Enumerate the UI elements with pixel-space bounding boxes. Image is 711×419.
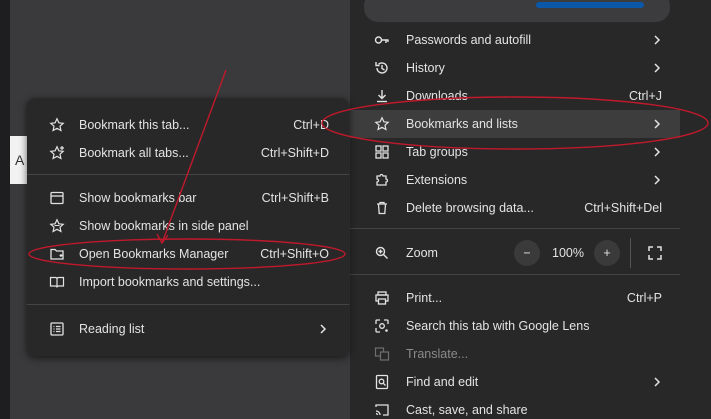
submenu-item-label: Show bookmarks in side panel <box>79 219 249 233</box>
submenu-item-label: Bookmark all tabs... <box>79 146 189 160</box>
chevron-right-icon <box>654 175 661 185</box>
menu-item-label: Extensions <box>406 173 468 187</box>
menu-item-label: Passwords and autofill <box>406 33 532 47</box>
menu-item-passwords[interactable]: Passwords and autofill <box>350 26 680 54</box>
zoom-icon <box>374 245 390 261</box>
submenu-item-label: Reading list <box>79 322 145 336</box>
zoom-out-button[interactable]: − <box>514 240 540 266</box>
shortcut-label: Ctrl+Shift+B <box>261 191 329 205</box>
find-icon <box>374 374 390 390</box>
menu-item-label: Delete browsing data... <box>406 201 534 215</box>
menu-item-cast-save-share[interactable]: Cast, save, and share <box>350 396 680 419</box>
submenu-item-bookmark-all-tabs[interactable]: Bookmark all tabs... Ctrl+Shift+D <box>27 139 349 167</box>
zoom-divider <box>630 238 631 268</box>
chrome-main-menu: Passwords and autofill History Downloads… <box>350 0 711 419</box>
menu-item-label: Translate... <box>406 347 469 361</box>
menu-item-label: Search this tab with Google Lens <box>406 319 590 333</box>
zoom-label: Zoom <box>406 246 438 260</box>
menu-item-bookmarks-and-lists[interactable]: Bookmarks and lists <box>350 110 680 138</box>
submenu-divider <box>27 174 349 175</box>
profile-button[interactable] <box>536 2 644 8</box>
chevron-right-icon <box>654 377 661 387</box>
minus-icon: − <box>523 246 531 260</box>
plus-icon: + <box>603 246 611 260</box>
fullscreen-icon[interactable] <box>647 245 663 261</box>
submenu-item-bookmark-this-tab[interactable]: Bookmark this tab... Ctrl+D <box>27 111 349 139</box>
download-icon <box>374 88 390 104</box>
submenu-item-label: Bookmark this tab... <box>79 118 190 132</box>
profile-strip[interactable] <box>364 0 670 22</box>
submenu-item-label: Import bookmarks and settings... <box>79 275 261 289</box>
shortcut-label: Ctrl+D <box>293 118 329 132</box>
shortcut-label: Ctrl+Shift+D <box>260 146 329 160</box>
menu-item-extensions[interactable]: Extensions <box>350 166 680 194</box>
lens-icon <box>374 318 390 334</box>
menu-item-label: Find and edit <box>406 375 479 389</box>
menu-item-translate[interactable]: Translate... <box>350 340 680 368</box>
translate-icon <box>374 346 390 362</box>
history-icon <box>374 60 390 76</box>
submenu-divider <box>27 304 349 305</box>
menu-item-find-and-edit[interactable]: Find and edit <box>350 368 680 396</box>
menu-item-label: Cast, save, and share <box>406 403 528 417</box>
chevron-right-icon <box>654 63 661 73</box>
zoom-level: 100% <box>552 246 584 260</box>
puzzle-icon <box>374 172 390 188</box>
menu-item-label: Print... <box>406 291 443 305</box>
zoom-in-button[interactable]: + <box>594 240 620 266</box>
trash-icon <box>374 200 390 216</box>
chevron-right-icon <box>654 119 661 129</box>
menu-item-label: Tab groups <box>406 145 468 159</box>
menu-divider <box>350 228 680 229</box>
menu-item-label: Downloads <box>406 89 468 103</box>
submenu-item-open-bookmarks-manager[interactable]: Open Bookmarks Manager Ctrl+Shift+O <box>27 240 349 268</box>
menu-item-tab-groups[interactable]: Tab groups <box>350 138 680 166</box>
shortcut-label: Ctrl+J <box>629 89 662 103</box>
menu-item-print[interactable]: Print... Ctrl+P <box>350 284 680 312</box>
bookmarks-bar-icon <box>49 190 65 206</box>
submenu-item-label: Show bookmarks bar <box>79 191 197 205</box>
chevron-right-icon <box>320 324 327 334</box>
submenu-item-import-bookmarks[interactable]: Import bookmarks and settings... <box>27 268 349 296</box>
shortcut-label: Ctrl+P <box>626 291 662 305</box>
chevron-right-icon <box>654 35 661 45</box>
star-icon <box>49 117 65 133</box>
submenu-item-show-bookmarks-side-panel[interactable]: Show bookmarks in side panel <box>27 212 349 240</box>
menu-item-label: Bookmarks and lists <box>406 117 518 131</box>
menu-item-downloads[interactable]: Downloads Ctrl+J <box>350 82 680 110</box>
star-icon <box>374 116 390 132</box>
shortcut-label: Ctrl+Shift+O <box>260 247 329 261</box>
menu-item-history[interactable]: History <box>350 54 680 82</box>
cast-icon <box>374 402 390 418</box>
shortcut-label: Ctrl+Shift+Del <box>584 201 662 215</box>
menu-item-label: History <box>406 61 445 75</box>
chevron-right-icon <box>654 147 661 157</box>
print-icon <box>374 290 390 306</box>
star-add-icon <box>49 145 65 161</box>
folder-open-icon <box>49 246 65 262</box>
submenu-item-label: Open Bookmarks Manager <box>79 247 229 261</box>
tab-groups-icon <box>374 144 390 160</box>
menu-item-google-lens[interactable]: Search this tab with Google Lens <box>350 312 680 340</box>
import-icon <box>49 274 65 290</box>
menu-item-delete-browsing-data[interactable]: Delete browsing data... Ctrl+Shift+Del <box>350 194 680 222</box>
submenu-item-show-bookmarks-bar[interactable]: Show bookmarks bar Ctrl+Shift+B <box>27 184 349 212</box>
submenu-item-reading-list[interactable]: Reading list <box>27 315 349 343</box>
key-icon <box>374 32 390 48</box>
bookmarks-submenu: Bookmark this tab... Ctrl+D Bookmark all… <box>27 98 349 356</box>
reading-list-icon <box>49 321 65 337</box>
menu-divider <box>350 274 680 275</box>
page-text-fragment: A <box>15 152 25 168</box>
side-panel-star-icon <box>49 218 65 234</box>
